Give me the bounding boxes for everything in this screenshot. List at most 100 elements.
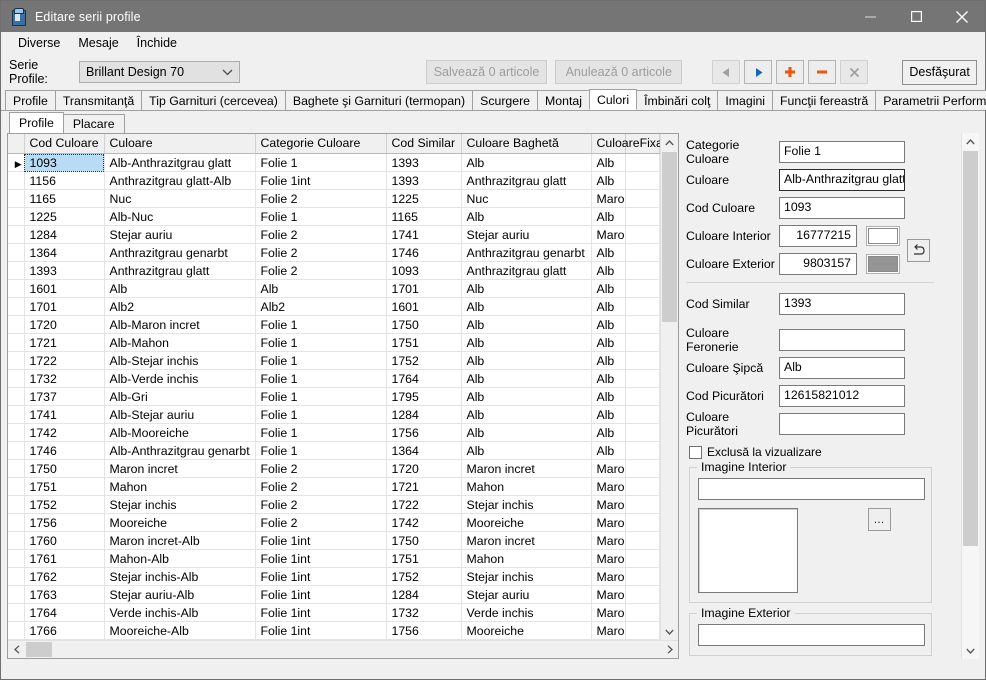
table-cell[interactable]: 1756 [386,621,462,640]
table-cell[interactable]: Maron incret-Alb [104,531,256,550]
grid-horizontal-scrollbar[interactable] [8,640,678,658]
table-cell[interactable]: Maron incret [104,459,256,478]
table-cell[interactable]: Stejar auriu [461,225,592,244]
scroll-up-icon[interactable] [661,134,678,151]
subtab-placare[interactable]: Placare [62,114,125,133]
grid-hscroll-thumb[interactable] [26,642,52,657]
table-cell[interactable]: Alb-Gri [104,387,256,406]
table-cell[interactable]: Folie 1int [255,531,387,550]
table-row[interactable]: 1364 Anthrazitgrau genarbt Folie 2 1746 Anth… [8,243,660,262]
table-cell[interactable]: Folie 1int [255,603,387,622]
table-cell[interactable]: 1701 [386,279,462,298]
tab-culori[interactable]: Culori [588,89,638,110]
add-record-button[interactable] [776,60,805,84]
row-indicator[interactable] [8,549,25,568]
table-cell[interactable]: 1741 [386,225,462,244]
table-cell[interactable]: 1766 [24,621,105,640]
column-header-cod-similar[interactable]: Cod Similar [386,134,462,154]
table-cell[interactable]: Folie 1 [255,369,387,388]
table-cell[interactable]: Alb [461,387,592,406]
tab-parametrii-performan[interactable]: Parametrii Performanţă [875,90,986,110]
table-cell[interactable]: 1156 [24,171,105,190]
table-cell[interactable]: Alb [591,261,626,280]
table-cell[interactable]: 1764 [386,369,462,388]
table-cell[interactable]: Anthrazitgrau glatt [461,171,592,190]
tab-scurgere[interactable]: Scurgere [472,90,539,110]
table-cell[interactable]: Mahon [104,477,256,496]
table-cell[interactable]: 1751 [386,333,462,352]
table-cell[interactable]: 1093 [24,153,105,172]
column-header-culoarefixaferonerie[interactable]: CuloareFixaFeronerie [591,134,660,154]
table-cell[interactable]: 1760 [24,531,105,550]
table-row[interactable]: 1225 Alb-Nuc Folie 1 1165 Alb Alb [8,207,660,226]
table-row[interactable]: 1156 Anthrazitgrau glatt-Alb Folie 1int 139… [8,171,660,190]
table-cell[interactable]: 1751 [24,477,105,496]
prev-record-button[interactable] [712,60,741,84]
table-cell[interactable]: Alb [591,315,626,334]
table-cell[interactable]: Maro [591,603,626,622]
maximize-icon[interactable] [893,1,939,32]
table-cell[interactable]: Verde inchis-Alb [104,603,256,622]
row-indicator[interactable] [8,225,25,244]
table-cell[interactable]: 1720 [24,315,105,334]
table-row[interactable]: 1760 Maron incret-Alb Folie 1int 1750 Maron … [8,531,660,550]
table-cell[interactable]: 1746 [24,441,105,460]
table-row[interactable]: 1701 Alb2 Alb2 1601 Alb Alb [8,297,660,316]
column-header-culoare[interactable]: Culoare [104,134,256,154]
table-cell[interactable]: Alb [591,405,626,424]
culoare-exterior-swatch[interactable] [866,254,900,274]
table-row[interactable]: 1601 Alb Alb 1701 Alb Alb [8,279,660,298]
table-row[interactable]: 1720 Alb-Maron incret Folie 1 1750 Alb Alb [8,315,660,334]
table-row[interactable]: 1284 Stejar auriu Folie 2 1741 Stejar auriu M… [8,225,660,244]
table-cell[interactable]: Alb [461,315,592,334]
table-cell[interactable]: 1742 [386,513,462,532]
delete-record-button[interactable] [808,60,837,84]
row-indicator[interactable] [8,333,25,352]
exclusa-vizualizare-checkbox[interactable] [689,445,702,459]
table-cell[interactable]: Folie 1int [255,171,387,190]
table-cell[interactable]: Maro [591,477,626,496]
table-cell[interactable]: 1750 [386,315,462,334]
table-cell[interactable]: Folie 1int [255,585,387,604]
table-cell[interactable]: Anthrazitgrau genarbt [461,243,592,262]
row-indicator[interactable] [8,603,25,622]
table-cell[interactable]: Alb [461,207,592,226]
table-cell[interactable]: Nuc [104,189,256,208]
table-cell[interactable]: Alb [591,333,626,352]
table-row[interactable]: 1722 Alb-Stejar inchis Folie 1 1752 Alb Alb [8,351,660,370]
table-cell[interactable]: Folie 1 [255,333,387,352]
table-cell[interactable]: 1762 [24,567,105,586]
cod-culoare-field[interactable]: 1093 [779,197,905,219]
row-indicator[interactable] [8,423,25,442]
menu-item-inchide[interactable]: Închide [128,34,186,52]
row-indicator[interactable] [8,567,25,586]
grid-vertical-scrollbar[interactable] [660,134,678,640]
row-indicator[interactable] [8,315,25,334]
row-indicator[interactable] [8,189,25,208]
row-indicator[interactable] [8,261,25,280]
table-cell[interactable]: Stejar inchis-Alb [104,567,256,586]
detail-scroll-up-icon[interactable] [962,133,979,150]
table-cell[interactable]: Stejar auriu [461,585,592,604]
table-cell[interactable]: Folie 1 [255,351,387,370]
table-cell[interactable]: 1601 [386,297,462,316]
table-cell[interactable]: 1722 [386,495,462,514]
table-cell[interactable]: Verde inchis [461,603,592,622]
table-cell[interactable]: Alb-Anthrazitgrau glatt [104,153,256,172]
table-row[interactable]: 1393 Anthrazitgrau glatt Folie 2 1093 Anthra… [8,261,660,280]
row-indicator[interactable] [8,297,25,316]
table-cell[interactable]: Alb [591,243,626,262]
menu-item-mesaje[interactable]: Mesaje [69,34,127,52]
table-cell[interactable]: Folie 2 [255,477,387,496]
tab-mbin-ri-col[interactable]: Îmbinări colţ [636,90,719,110]
tab-baghete-i-garnituri-termopan[interactable]: Baghete şi Garnituri (termopan) [284,90,474,110]
table-cell[interactable]: 1741 [24,405,105,424]
table-row[interactable]: 1721 Alb-Mahon Folie 1 1751 Alb Alb [8,333,660,352]
save-button[interactable]: Salvează 0 articole [425,60,548,84]
imagine-interior-path-field[interactable] [698,478,925,500]
table-cell[interactable]: Folie 1 [255,315,387,334]
table-cell[interactable]: Anthrazitgrau glatt-Alb [104,171,256,190]
table-cell[interactable]: Alb-Mahon [104,333,256,352]
table-cell[interactable]: Folie 1 [255,405,387,424]
imagine-exterior-path-field[interactable] [698,624,925,646]
